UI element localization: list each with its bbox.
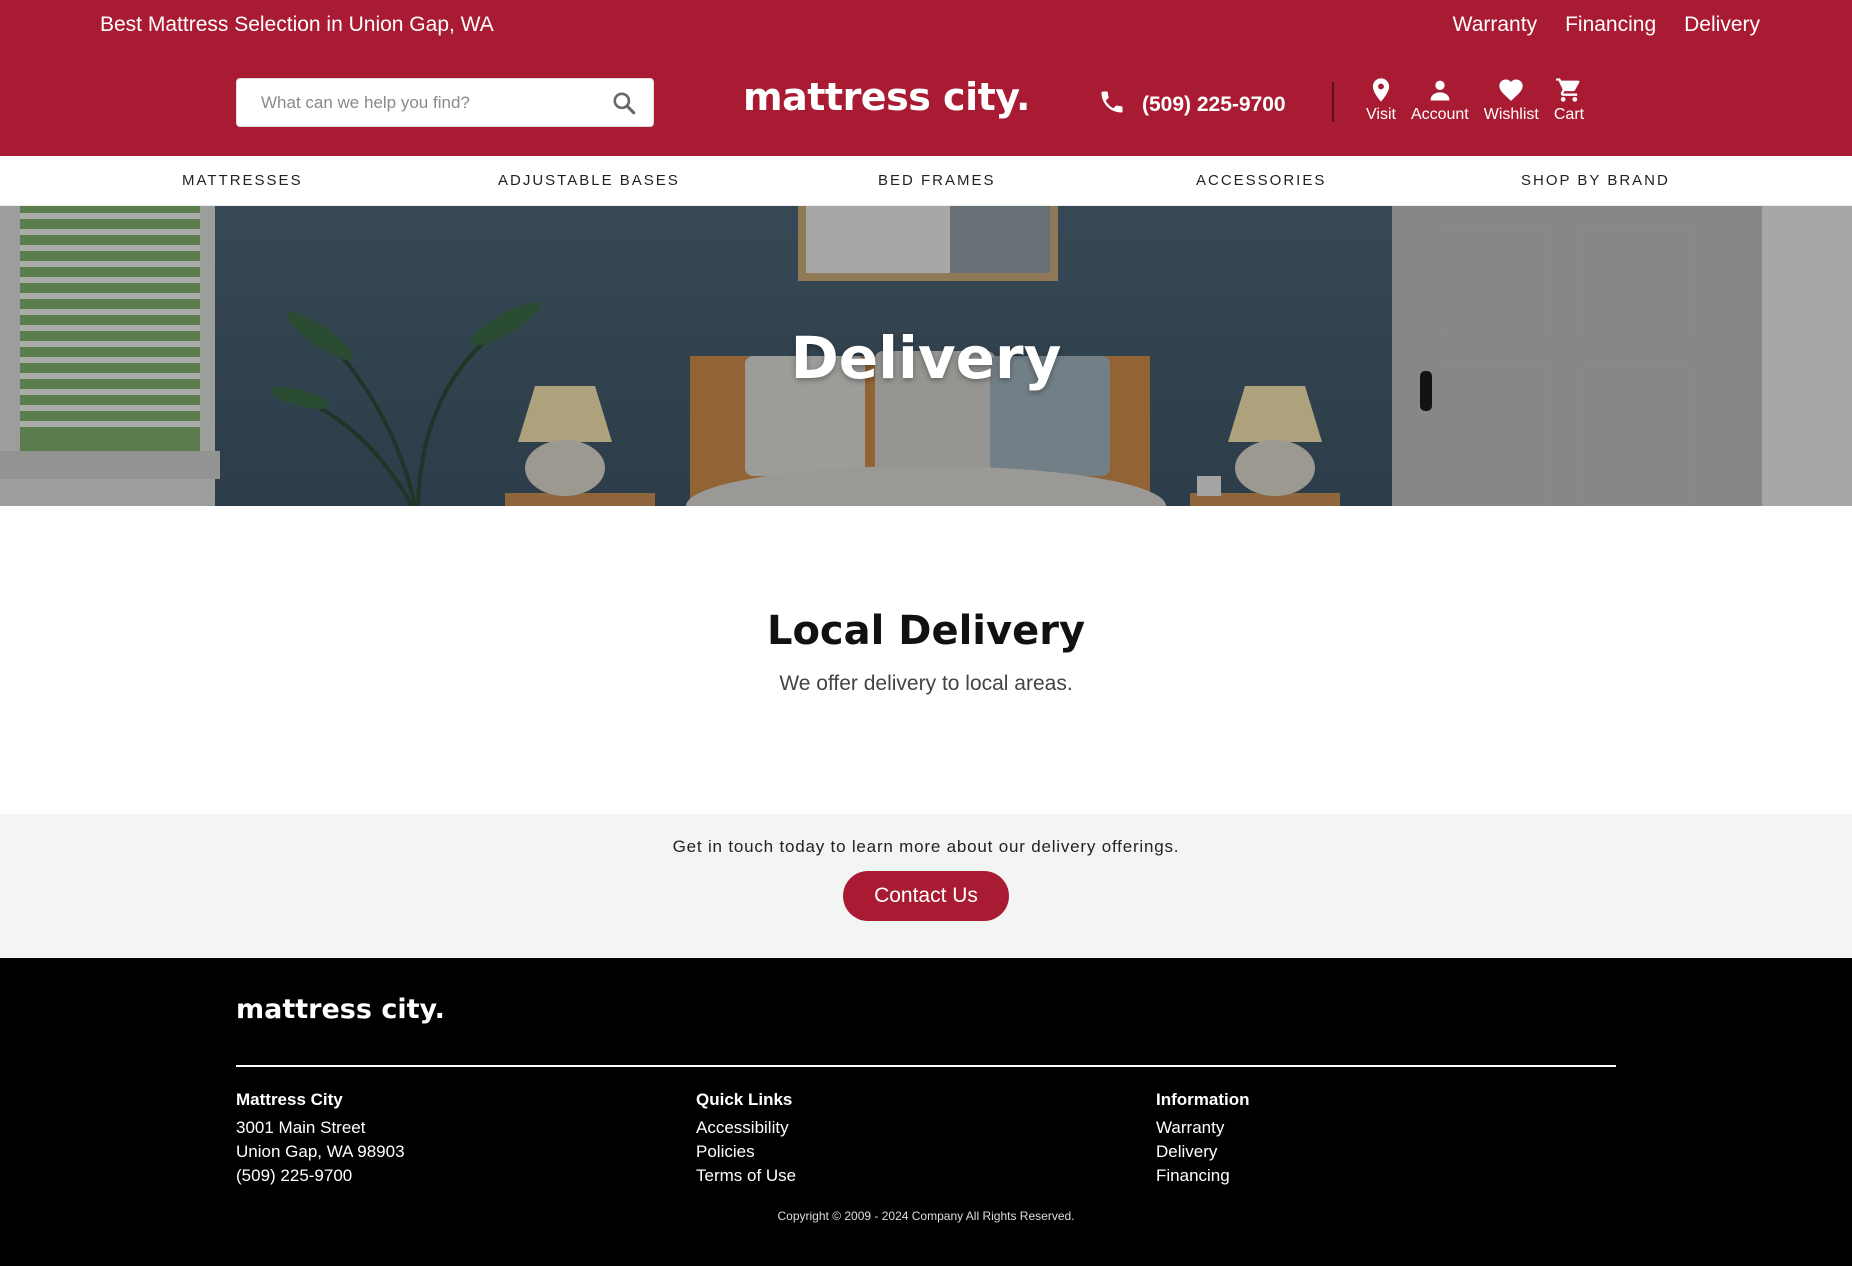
local-delivery-section: Local Delivery We offer delivery to loca… xyxy=(0,506,1852,814)
footer-company-column: Mattress City 3001 Main Street Union Gap… xyxy=(236,1088,405,1188)
main-nav-shop-by-brand[interactable]: SHOP BY BRAND xyxy=(1521,172,1670,189)
site-logo[interactable]: mattress city. xyxy=(743,75,1030,119)
footer-street: 3001 Main Street xyxy=(236,1118,366,1137)
footer-company-heading: Mattress City xyxy=(236,1090,343,1109)
top-link-warranty[interactable]: Warranty xyxy=(1453,13,1537,37)
nav-visit-label: Visit xyxy=(1366,106,1396,123)
nav-wishlist[interactable]: Wishlist xyxy=(1484,76,1539,124)
footer-link-financing[interactable]: Financing xyxy=(1156,1164,1250,1188)
search-input[interactable] xyxy=(237,79,577,126)
footer-link-accessibility[interactable]: Accessibility xyxy=(696,1116,796,1140)
icon-nav: Visit Account Wishlist Cart xyxy=(1366,76,1584,124)
local-delivery-heading: Local Delivery xyxy=(766,608,1086,654)
footer-divider xyxy=(236,1065,1616,1067)
top-links: Warranty Financing Delivery xyxy=(1453,13,1760,37)
footer-logo[interactable]: mattress city. xyxy=(236,994,445,1025)
main-nav-bed-frames[interactable]: BED FRAMES xyxy=(878,172,996,189)
cart-icon xyxy=(1556,78,1580,102)
nav-cart[interactable]: Cart xyxy=(1554,76,1584,124)
footer-information-heading: Information xyxy=(1156,1090,1250,1109)
top-link-delivery[interactable]: Delivery xyxy=(1684,13,1760,37)
site-footer: mattress city. Mattress City 3001 Main S… xyxy=(0,958,1852,1266)
person-icon xyxy=(1430,80,1450,101)
main-nav-adjustable-bases[interactable]: ADJUSTABLE BASES xyxy=(498,172,680,189)
site-header: Best Mattress Selection in Union Gap, WA… xyxy=(0,0,1852,156)
footer-phone[interactable]: (509) 225-9700 xyxy=(236,1164,405,1188)
cta-text: Get in touch today to learn more about o… xyxy=(672,837,1180,856)
nav-cart-label: Cart xyxy=(1553,106,1585,123)
phone-number: (509) 225-9700 xyxy=(1142,93,1286,116)
search-box xyxy=(236,78,654,127)
contact-cta-section: Get in touch today to learn more about o… xyxy=(0,814,1852,958)
main-nav-mattresses[interactable]: MATTRESSES xyxy=(182,172,303,189)
main-nav-accessories[interactable]: ACCESSORIES xyxy=(1196,172,1326,189)
top-link-financing[interactable]: Financing xyxy=(1565,13,1656,37)
nav-wishlist-label: Wishlist xyxy=(1483,106,1539,123)
local-delivery-text: We offer delivery to local areas. xyxy=(779,672,1073,695)
top-bar: Best Mattress Selection in Union Gap, WA… xyxy=(0,0,1852,50)
contact-us-button[interactable]: Contact Us xyxy=(843,871,1009,921)
footer-quick-links-heading: Quick Links xyxy=(696,1090,793,1109)
nav-visit[interactable]: Visit xyxy=(1366,76,1396,124)
footer-link-delivery[interactable]: Delivery xyxy=(1156,1140,1250,1164)
nav-account-label: Account xyxy=(1410,106,1469,123)
header-divider xyxy=(1332,82,1334,122)
footer-link-policies[interactable]: Policies xyxy=(696,1140,796,1164)
footer-information-column: Information Warranty Delivery Financing xyxy=(1156,1088,1250,1188)
footer-city: Union Gap, WA 98903 xyxy=(236,1142,405,1161)
footer-link-terms[interactable]: Terms of Use xyxy=(696,1164,796,1188)
search-icon[interactable] xyxy=(611,90,637,116)
phone-icon xyxy=(1098,88,1126,122)
header-phone[interactable]: (509) 225-9700 xyxy=(1098,88,1286,122)
location-pin-icon xyxy=(1372,78,1390,102)
main-nav: MATTRESSES ADJUSTABLE BASES BED FRAMES A… xyxy=(0,156,1852,206)
heart-icon xyxy=(1499,79,1523,101)
nav-account[interactable]: Account xyxy=(1411,76,1469,124)
store-tagline: Best Mattress Selection in Union Gap, WA xyxy=(100,13,494,36)
footer-quick-links-column: Quick Links Accessibility Policies Terms… xyxy=(696,1088,796,1188)
footer-link-warranty[interactable]: Warranty xyxy=(1156,1116,1250,1140)
copyright-text: Copyright © 2009 - 2024 Company All Righ… xyxy=(777,1209,1075,1223)
hero-banner: Delivery xyxy=(0,206,1852,506)
hero-title: Delivery xyxy=(790,324,1062,392)
